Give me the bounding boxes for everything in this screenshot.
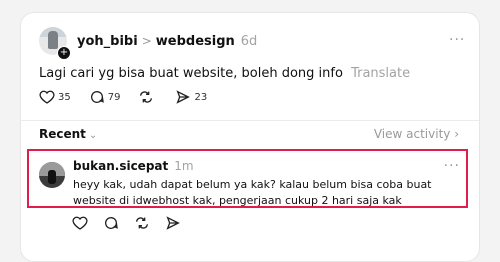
repost-icon <box>140 91 153 103</box>
topic-link[interactable]: webdesign <box>156 34 235 49</box>
reply-actions <box>72 215 196 231</box>
share-button[interactable]: 23 <box>175 89 207 105</box>
post-text: Lagi cari yg bisa buat website, boleh do… <box>39 66 343 81</box>
reply-time: 1m <box>174 159 194 173</box>
reply-like-button[interactable] <box>72 215 91 231</box>
repost-icon <box>136 217 148 229</box>
chevron-right-icon: > <box>141 34 152 48</box>
reply-author-avatar[interactable] <box>39 162 65 188</box>
post-header: yoh_bibi > webdesign 6d <box>77 34 257 49</box>
chevron-down-icon: ⌄ <box>88 130 98 141</box>
reply-share-button[interactable] <box>165 215 184 231</box>
like-button[interactable]: 35 <box>39 89 71 105</box>
like-count: 35 <box>58 91 71 103</box>
send-icon <box>176 90 191 104</box>
reply-username[interactable]: bukan.sicepat <box>73 159 168 173</box>
comment-icon <box>105 217 118 229</box>
view-activity-link[interactable]: View activity › <box>374 127 459 141</box>
post-body: Lagi cari yg bisa buat website, boleh do… <box>39 66 410 81</box>
reply-more-options-icon[interactable]: ··· <box>444 158 460 174</box>
recent-label: Recent <box>39 127 86 141</box>
post-actions: 35 79 23 <box>39 89 225 105</box>
comment-count: 79 <box>107 91 121 103</box>
comment-icon <box>90 91 104 103</box>
heart-icon <box>39 90 55 104</box>
post-time: 6d <box>240 34 258 49</box>
reply-highlight-box: bukan.sicepat 1m ··· heyy kak, udah dapat… <box>27 149 468 208</box>
recent-sort-dropdown[interactable]: Recent ⌄ <box>39 127 97 141</box>
send-icon <box>166 216 180 230</box>
reply-text: heyy kak, udah dapat belum ya kak? kalau… <box>73 178 432 207</box>
repost-button[interactable] <box>138 89 157 105</box>
post-username[interactable]: yoh_bibi <box>77 34 138 49</box>
divider <box>21 120 479 121</box>
comment-button[interactable]: 79 <box>89 89 121 105</box>
heart-icon <box>72 216 88 230</box>
reply-comment-button[interactable] <box>103 215 122 231</box>
reply-header: bukan.sicepat 1m <box>73 159 194 173</box>
post-more-options-icon[interactable]: ··· <box>449 32 465 48</box>
reply-repost-button[interactable] <box>134 215 153 231</box>
share-count: 23 <box>194 91 208 103</box>
follow-plus-icon[interactable]: + <box>57 46 71 60</box>
translate-link[interactable]: Translate <box>351 66 410 81</box>
